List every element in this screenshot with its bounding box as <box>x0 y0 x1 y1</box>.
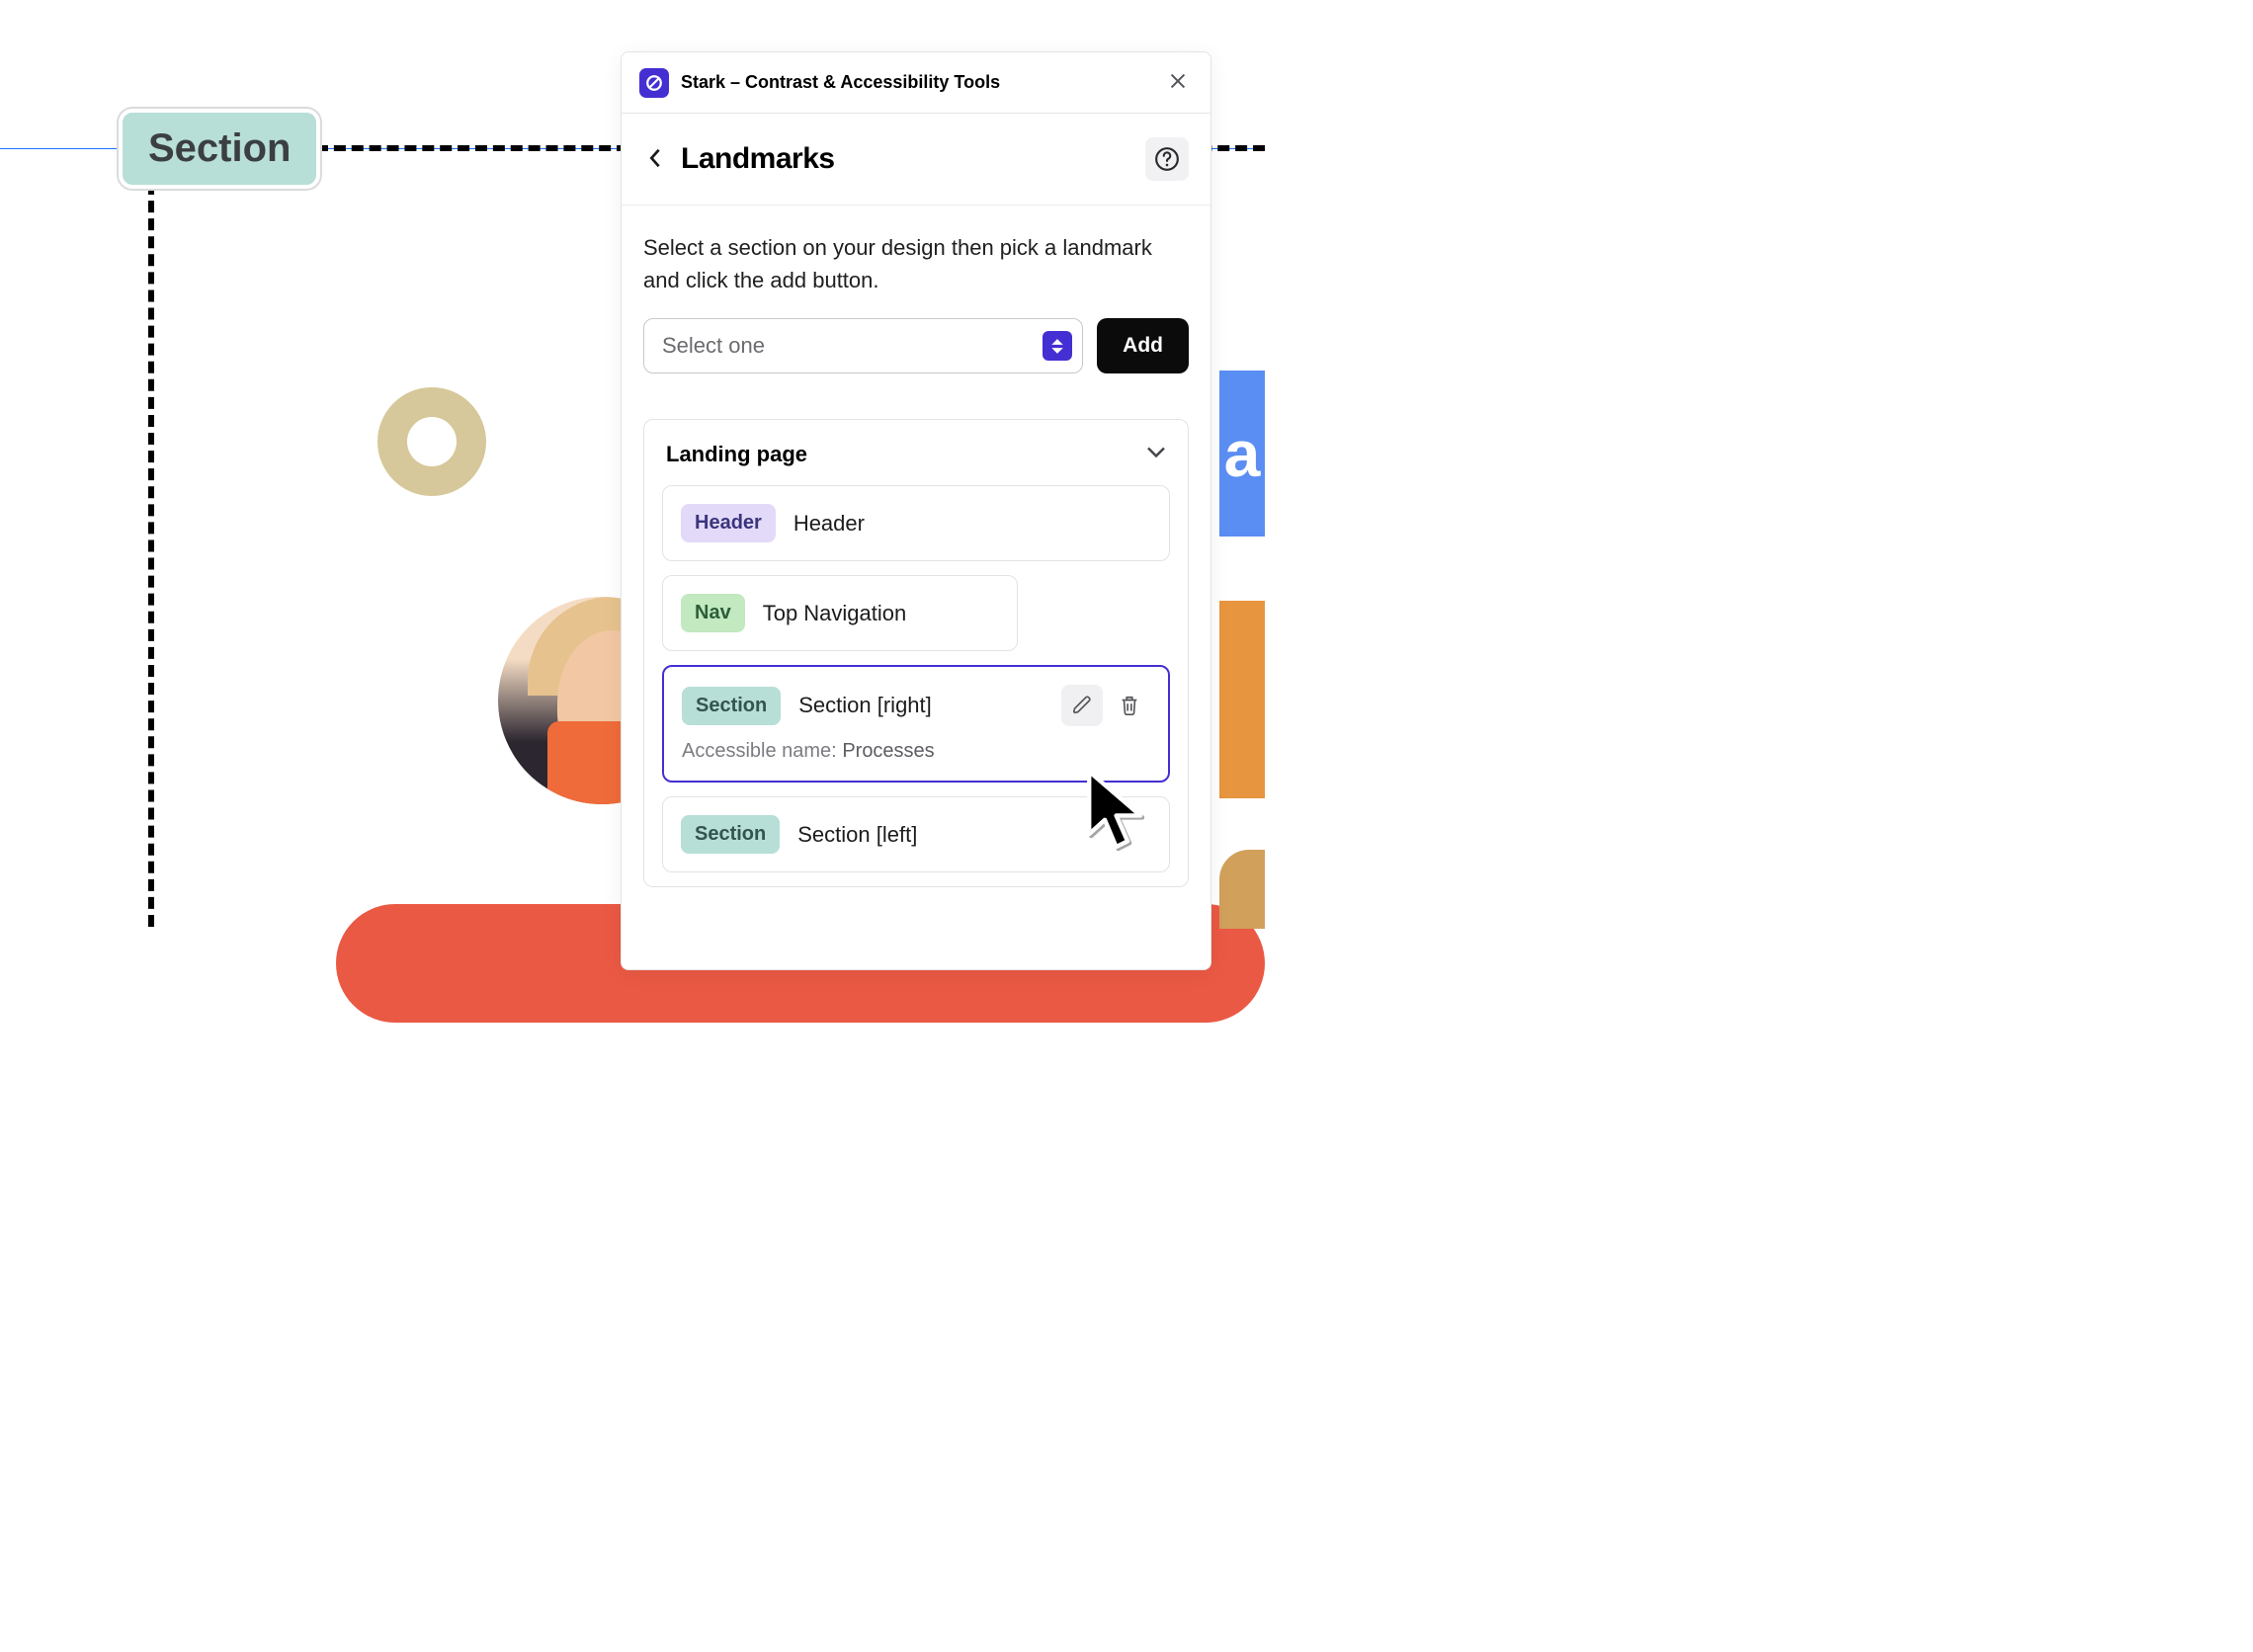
close-button[interactable] <box>1163 66 1193 99</box>
edit-button[interactable] <box>1061 685 1103 726</box>
instruction-text: Select a section on your design then pic… <box>643 231 1189 296</box>
landmark-type-select[interactable]: Select one <box>643 318 1083 373</box>
select-stepper-icon <box>1043 331 1072 361</box>
landmark-row[interactable]: Nav Top Navigation <box>662 575 1018 651</box>
landmark-label: Header <box>793 511 865 537</box>
plugin-title: Stark – Contrast & Accessibility Tools <box>681 72 1151 93</box>
landmark-label: Section [left] <box>797 822 917 848</box>
back-button[interactable] <box>643 143 667 176</box>
frame-name: Landing page <box>666 442 807 467</box>
accessible-name-line: Accessible name: Processes <box>682 740 1150 763</box>
landmark-label: Top Navigation <box>763 601 907 626</box>
plugin-titlebar: Stark – Contrast & Accessibility Tools <box>622 52 1210 114</box>
landmark-row[interactable]: Section Section [right] Accessible name:… <box>662 665 1170 783</box>
stark-plugin-panel: Stark – Contrast & Accessibility Tools L… <box>621 51 1211 970</box>
landmark-tag: Section <box>681 815 780 854</box>
chevron-down-icon <box>1146 446 1166 463</box>
help-button[interactable] <box>1145 137 1189 181</box>
landmark-picker-row: Select one Add <box>643 318 1189 373</box>
landmark-row[interactable]: Section Section [left] <box>662 796 1170 872</box>
section-header: Landmarks <box>622 114 1210 206</box>
add-landmark-button[interactable]: Add <box>1097 318 1189 373</box>
landmark-row[interactable]: Header Header <box>662 485 1170 561</box>
side-blue-block: a <box>1219 371 1265 537</box>
section-overlay-badge: Section <box>119 109 320 189</box>
landmark-tag: Header <box>681 504 776 542</box>
section-dashed-outline-left <box>148 183 154 927</box>
frame-header[interactable]: Landing page <box>662 438 1170 485</box>
landmark-tag: Section <box>682 687 781 725</box>
section-title: Landmarks <box>681 142 1131 176</box>
side-orange-block <box>1219 601 1265 798</box>
delete-button[interactable] <box>1109 685 1150 726</box>
ring-decor-icon <box>377 387 486 496</box>
select-placeholder: Select one <box>662 333 765 359</box>
landmark-label: Section [right] <box>798 693 932 718</box>
side-tan-block <box>1219 850 1265 929</box>
frame-group: Landing page Header Header Nav Top Navig… <box>643 419 1189 887</box>
stark-logo-icon <box>639 68 669 98</box>
landmark-tag: Nav <box>681 594 745 632</box>
panel-body[interactable]: Select a section on your design then pic… <box>622 206 1210 969</box>
